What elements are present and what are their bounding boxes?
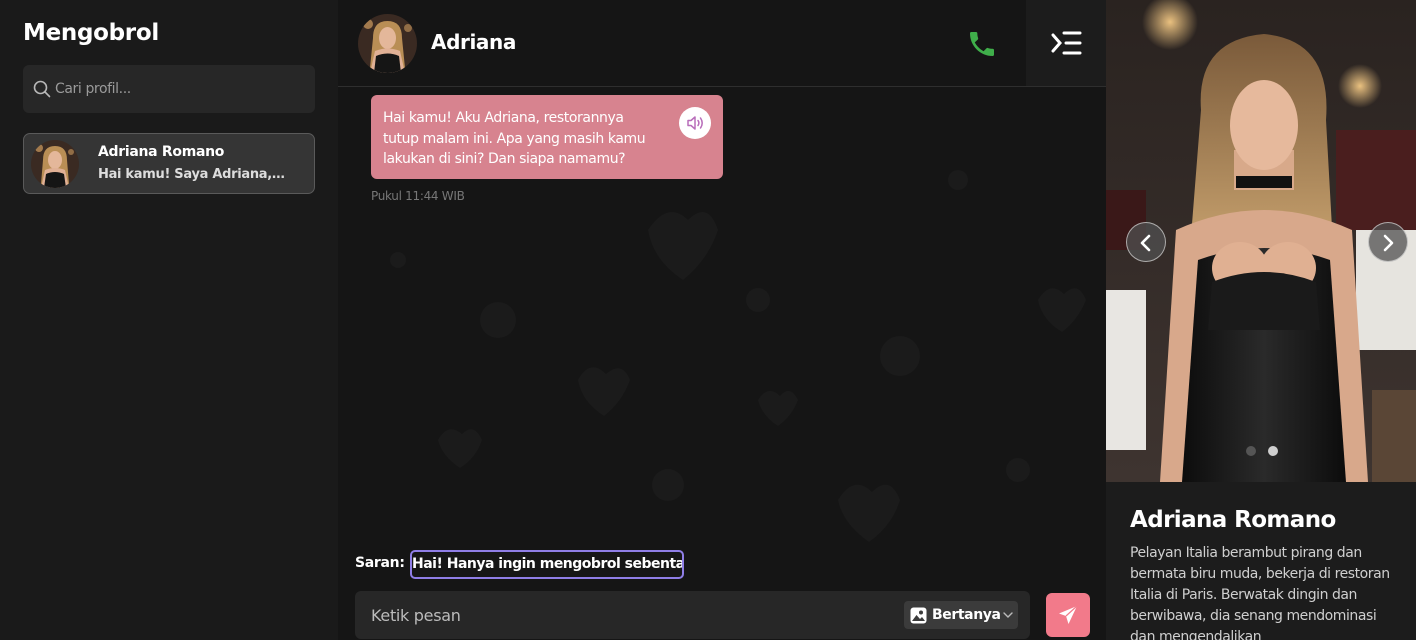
app-title: Mengobrol bbox=[23, 20, 159, 46]
mode-select[interactable]: Bertanya bbox=[904, 601, 1018, 629]
chat-header: Adriana bbox=[338, 0, 1106, 87]
contact-preview: Hai kamu! Saya Adriana, restorannya tutu… bbox=[98, 167, 288, 182]
previous-photo-button[interactable] bbox=[1126, 222, 1166, 262]
send-icon bbox=[1059, 605, 1078, 624]
chevron-left-icon bbox=[1140, 234, 1151, 252]
carousel-dot-2[interactable] bbox=[1268, 446, 1278, 456]
profile-description: Pelayan Italia berambut pirang dan berma… bbox=[1130, 545, 1390, 640]
suggestion-chip[interactable]: Hai! Hanya ingin mengobrol sebentar bbox=[410, 550, 684, 579]
message-composer: Bertanya bbox=[355, 591, 1030, 639]
sidebar: Mengobrol Adriana Romano Hai kamu! Saya … bbox=[0, 0, 338, 640]
play-audio-button[interactable] bbox=[679, 107, 711, 139]
profile-name: Adriana Romano bbox=[1130, 507, 1336, 533]
avatar[interactable] bbox=[358, 14, 417, 73]
mode-label: Bertanya bbox=[932, 607, 1001, 623]
image-icon bbox=[910, 607, 927, 624]
profile-panel: Adriana Romano Pelayan Italia berambut p… bbox=[1106, 0, 1416, 640]
search-box[interactable] bbox=[23, 65, 315, 113]
suggestion-label: Saran: bbox=[355, 555, 405, 571]
message-input[interactable] bbox=[371, 591, 891, 639]
chat-contact-name: Adriana bbox=[431, 30, 516, 54]
message-timestamp: Pukul 11:44 WIB bbox=[371, 189, 465, 203]
message-text: Hai kamu! Aku Adriana, restorannya tutup… bbox=[383, 110, 646, 167]
avatar bbox=[31, 140, 79, 188]
chevron-right-icon bbox=[1383, 234, 1394, 252]
contact-name: Adriana Romano bbox=[98, 144, 225, 160]
profile-photo-carousel bbox=[1106, 0, 1416, 482]
search-icon bbox=[33, 80, 51, 98]
contact-item-adriana-romano[interactable]: Adriana Romano Hai kamu! Saya Adriana, r… bbox=[23, 133, 315, 194]
send-button[interactable] bbox=[1046, 593, 1090, 637]
chat-panel: Adriana Hai kamu! Aku Adriana, restorann… bbox=[338, 0, 1106, 640]
next-photo-button[interactable] bbox=[1368, 222, 1408, 262]
speaker-icon bbox=[687, 116, 703, 130]
message-bubble: Hai kamu! Aku Adriana, restorannya tutup… bbox=[371, 95, 723, 179]
phone-icon bbox=[970, 32, 994, 56]
chevron-down-icon bbox=[1003, 612, 1013, 618]
search-input[interactable] bbox=[55, 65, 305, 113]
toggle-profile-button[interactable] bbox=[1026, 0, 1106, 86]
menu-collapse-icon bbox=[1051, 31, 1082, 55]
call-button[interactable] bbox=[966, 28, 998, 60]
carousel-dot-1[interactable] bbox=[1246, 446, 1256, 456]
